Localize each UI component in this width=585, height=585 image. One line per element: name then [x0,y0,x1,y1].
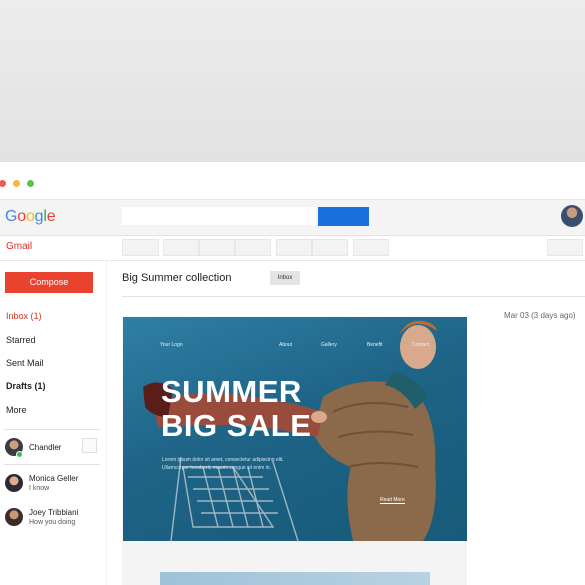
read-more-link[interactable]: Read More [380,497,405,504]
contact-avatar-monica[interactable] [5,474,23,492]
contact-name-joey[interactable]: Joey Tribbiani [29,508,78,517]
sidebar-separator [106,261,107,585]
sidebar-divider [4,464,100,465]
sidebar-item-inbox[interactable]: Inbox (1) [6,311,42,321]
account-avatar[interactable] [561,205,583,227]
sidebar-item-sent-mail[interactable]: Sent Mail [6,358,44,368]
toolbar-button[interactable] [235,239,271,256]
browser-window: Google Gmail Compose Inbox (1) Starred S… [0,162,585,585]
email-date: Mar 03 (3 days ago) [504,311,576,320]
minimize-window-button[interactable] [13,180,20,187]
toolbar-button[interactable] [199,239,235,256]
contact-name-chandler[interactable]: Chandler [29,443,61,452]
sidebar-divider [4,429,100,430]
google-logo[interactable]: Google [5,208,56,226]
hero-nav-contact[interactable]: Contact [412,342,429,348]
compose-button[interactable]: Compose [5,272,93,293]
logo-char: G [5,208,18,225]
sidebar: Compose Inbox (1) Starred Sent Mail Draf… [0,261,106,585]
email-second-image [160,572,430,585]
sidebar-item-starred[interactable]: Starred [6,335,36,345]
maximize-window-button[interactable] [27,180,34,187]
toolbar-button[interactable] [276,239,312,256]
window-titlebar [0,162,585,200]
header-divider [122,296,585,297]
inbox-label-badge[interactable]: Inbox [270,271,300,285]
desktop-backdrop [0,0,585,162]
contact-name-monica[interactable]: Monica Geller [29,474,78,483]
hero-nav-benefit[interactable]: Benefit [367,342,383,348]
email-hero-image: Your Logo About Gallery Benefit Contact … [123,317,467,541]
hero-nav-about[interactable]: About [279,342,292,348]
online-status-dot [16,451,23,458]
toolbar-button[interactable] [163,239,199,256]
hero-nav-gallery[interactable]: Gallery [321,342,337,348]
gmail-menu[interactable]: Gmail [6,241,32,252]
contact-status-joey: How you doing [29,519,76,526]
toolbar-button[interactable] [353,239,389,256]
contact-avatar-joey[interactable] [5,508,23,526]
sidebar-item-drafts[interactable]: Drafts (1) [6,381,46,391]
search-button[interactable] [318,207,369,226]
chat-checkbox[interactable] [82,438,97,453]
search-input[interactable] [122,207,316,225]
toolbar: Gmail [0,236,585,261]
close-window-button[interactable] [0,180,6,187]
sidebar-item-more[interactable]: More [6,405,27,415]
toolbar-button[interactable] [312,239,348,256]
toolbar-button[interactable] [122,239,159,256]
hero-title-line1: SUMMER [161,374,302,409]
contact-status-monica: I know [29,485,50,492]
logo-char: o [25,208,35,225]
logo-char: e [46,208,56,225]
hero-title-line2: BIG SALE [161,408,312,443]
email-subject: Big Summer collection [122,272,232,284]
hero-body-text: Lorem ipsum dolor sit amet, consectetur … [162,457,284,471]
toolbar-button[interactable] [547,239,583,256]
hero-title: SUMMER BIG SALE [161,375,311,443]
hero-logo[interactable]: Your Logo [160,342,183,348]
logo-char: o [17,208,26,225]
top-bar: Google [0,200,585,236]
